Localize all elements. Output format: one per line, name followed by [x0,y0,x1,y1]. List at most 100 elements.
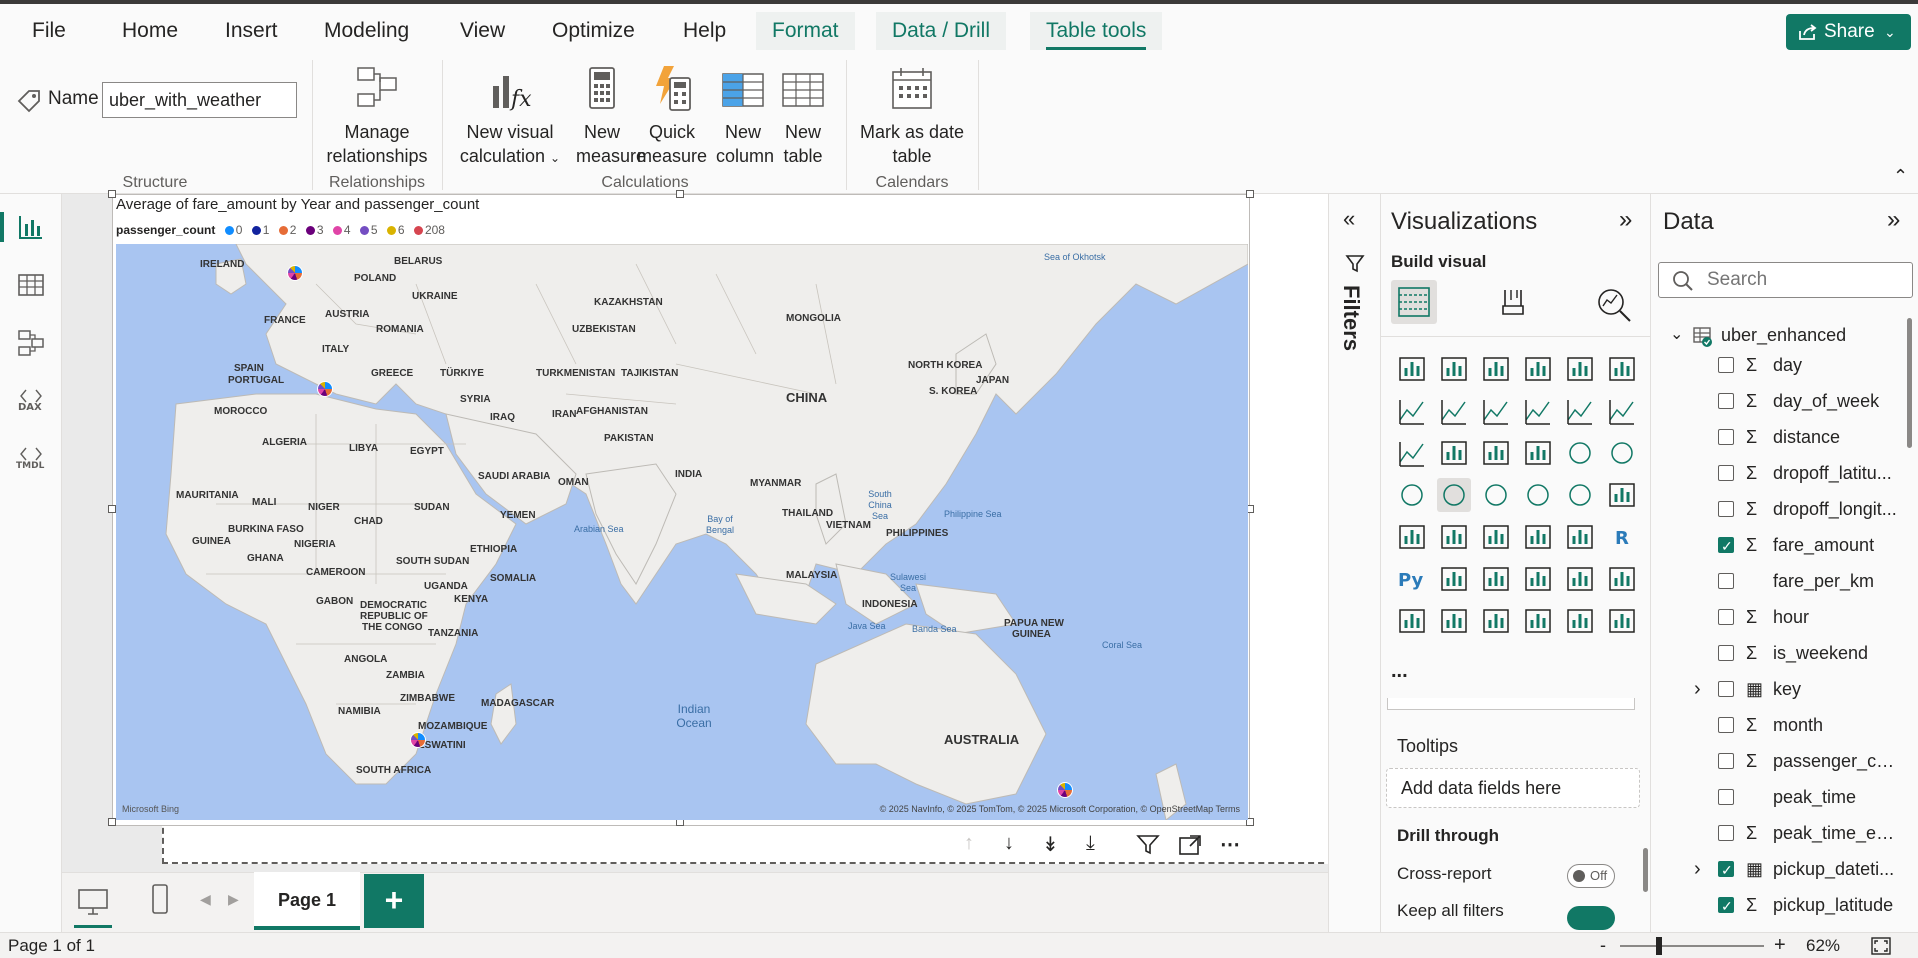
data-point-bubble[interactable] [1057,782,1073,798]
add-page-button[interactable]: + [364,874,424,928]
map-icon[interactable] [1437,478,1471,512]
zoom-slider-thumb[interactable] [1656,937,1662,955]
legend-item[interactable]: 2 [273,223,296,237]
filters-label[interactable]: Filters [1338,285,1364,351]
expand-filters-icon[interactable]: « [1343,206,1355,232]
multi-row-card-icon[interactable] [1395,520,1429,554]
resize-handle[interactable] [108,505,116,513]
chevron-right-icon[interactable]: › [1694,854,1701,884]
field-checkbox[interactable] [1718,501,1734,517]
field-item[interactable]: Σday_of_week [1650,386,1900,416]
resize-handle[interactable] [1246,190,1254,198]
tooltips-drop-zone[interactable]: Add data fields here [1386,768,1640,808]
r-visual-icon[interactable]: R [1605,520,1639,554]
fit-to-page-icon[interactable] [1870,936,1892,956]
quick-measure-button[interactable]: Quick measure [636,64,708,168]
drill-down-icon[interactable]: ↓ [1004,832,1014,855]
new-table-button[interactable]: New table [778,64,828,168]
drill-up-icon[interactable]: ↑ [964,832,974,855]
page-tab-1[interactable]: Page 1 [254,872,360,930]
100-stacked-area-chart-icon[interactable] [1521,394,1555,428]
mobile-layout-icon[interactable] [150,883,170,917]
data-point-bubble[interactable] [287,265,303,281]
power-automate-icon[interactable] [1521,604,1555,638]
stacked-bar-chart-icon[interactable] [1395,352,1429,386]
key-influencers-icon[interactable] [1437,562,1471,596]
decomposition-tree-icon[interactable] [1479,562,1513,596]
field-checkbox[interactable] [1718,681,1734,697]
format-visual-icon[interactable] [1497,286,1533,322]
legend-item[interactable]: 5 [354,223,378,237]
mark-as-date-table-button[interactable]: Mark as date table [856,64,968,168]
python-visual-icon[interactable]: Py [1395,562,1429,596]
field-item[interactable]: Σpassenger_co... [1650,746,1901,776]
field-checkbox[interactable] [1718,465,1734,481]
funnel-icon[interactable] [1479,436,1513,470]
more-visuals-icon[interactable]: ... [1391,660,1408,683]
keep-all-filters-toggle[interactable] [1567,906,1615,932]
more-options-icon[interactable]: ⋯ [1220,832,1240,857]
field-item[interactable]: Σis_weekend [1650,638,1900,668]
qa-icon[interactable] [1521,562,1555,596]
field-checkbox[interactable] [1718,825,1734,841]
line-and-clustered-column-chart-icon[interactable] [1605,394,1639,428]
field-checkbox[interactable] [1718,357,1734,373]
zoom-in-icon[interactable]: + [1774,934,1786,957]
field-item[interactable]: › ▦ pickup_dateti... [1650,854,1900,885]
zoom-level[interactable]: 62% [1806,936,1840,956]
data-point-bubble[interactable] [410,732,426,748]
azure-map-icon[interactable] [1521,478,1555,512]
next-page-icon[interactable]: ▶ [228,891,239,908]
pie-chart-icon[interactable] [1563,436,1597,470]
table-node-uber-enhanced[interactable]: ⌄ uber_enhanced [1650,320,1900,350]
menu-help[interactable]: Help [667,12,742,50]
smart-narrative-icon[interactable] [1563,562,1597,596]
line-chart-icon[interactable] [1395,394,1429,428]
chevron-down-icon[interactable]: ⌄ [1670,320,1683,350]
legend-item[interactable]: 6 [381,223,405,237]
data-scrollbar[interactable] [1907,318,1912,448]
field-item[interactable]: Σdropoff_latitu... [1650,458,1900,488]
table-view-icon[interactable] [16,270,46,300]
menu-view[interactable]: View [444,12,521,50]
legend-item[interactable]: 208 [408,223,445,237]
filled-map-icon[interactable] [1479,478,1513,512]
dax-query-view-icon[interactable]: DAX [16,386,46,416]
field-checkbox[interactable] [1718,789,1734,805]
fabric-icon[interactable] [1563,604,1597,638]
field-checkbox[interactable] [1718,573,1734,589]
power-apps-icon[interactable] [1479,604,1513,638]
clustered-column-chart-icon[interactable] [1521,352,1555,386]
chevron-right-icon[interactable]: › [1694,674,1701,704]
menu-home[interactable]: Home [106,12,194,50]
menu-format[interactable]: Format [756,12,855,50]
resize-handle[interactable] [108,818,116,826]
resize-handle[interactable] [676,190,684,198]
field-item[interactable]: Σmonth [1650,710,1900,740]
ribbon-chart-icon[interactable] [1395,436,1429,470]
card-icon[interactable] [1605,478,1639,512]
share-button[interactable]: Share ⌄ [1786,14,1911,50]
field-item[interactable]: fare_per_km [1650,566,1900,596]
new-column-button[interactable]: New column [716,64,774,168]
more-icon[interactable] [1605,604,1639,638]
data-search-input[interactable] [1658,262,1913,298]
tmdl-view-icon[interactable]: TMDL [16,444,46,474]
visualizations-scrollbar[interactable] [1643,848,1648,892]
world-map[interactable]: IRELAND BELARUS POLAND UKRAINE KAZAKHSTA… [116,244,1248,820]
field-item[interactable]: Σdistance [1650,422,1900,452]
field-checkbox[interactable] [1718,393,1734,409]
resize-handle[interactable] [108,190,116,198]
previous-page-icon[interactable]: ◀ [200,891,211,908]
focus-mode-icon[interactable] [1178,834,1202,856]
data-point-bubble[interactable] [317,381,333,397]
menu-file[interactable]: File [16,12,82,50]
legend-item[interactable]: 4 [327,223,351,237]
matrix-icon[interactable] [1563,520,1597,554]
field-item[interactable]: Σhour [1650,602,1900,632]
100-stacked-bar-chart-icon[interactable] [1563,352,1597,386]
clustered-bar-chart-icon[interactable] [1479,352,1513,386]
zoom-out-icon[interactable]: - [1600,935,1606,956]
field-checkbox[interactable] [1718,531,1734,561]
card-new-icon[interactable] [1437,604,1471,638]
